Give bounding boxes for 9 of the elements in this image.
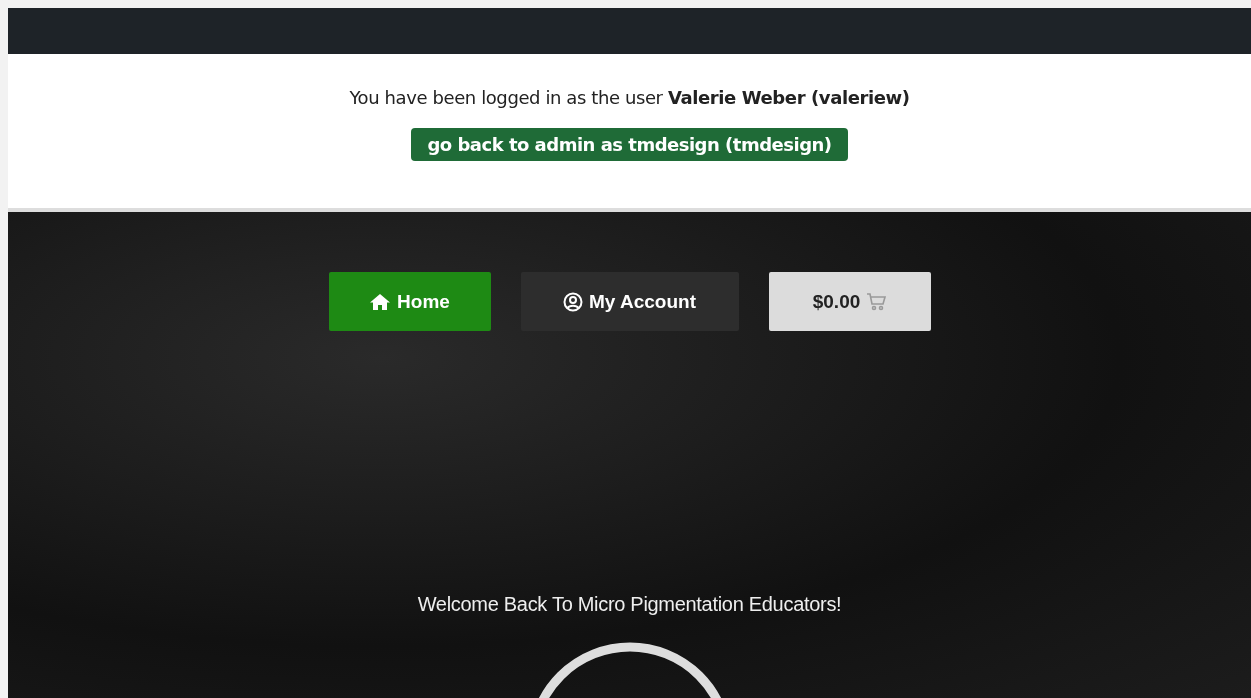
welcome-heading: Welcome Back To Micro Pigmentation Educators! <box>417 593 842 616</box>
cart-button[interactable]: $0.00 <box>768 272 931 331</box>
cart-icon <box>866 292 887 311</box>
user-icon <box>563 291 583 312</box>
home-button[interactable]: Home <box>328 272 491 331</box>
back-to-admin-button[interactable]: go back to admin as tmdesign (tmdesign) <box>411 128 848 161</box>
account-button[interactable]: My Account <box>520 272 739 331</box>
login-message: You have been logged in as the user Valerie Weber (valeriew) <box>349 87 910 108</box>
home-icon <box>369 292 392 311</box>
